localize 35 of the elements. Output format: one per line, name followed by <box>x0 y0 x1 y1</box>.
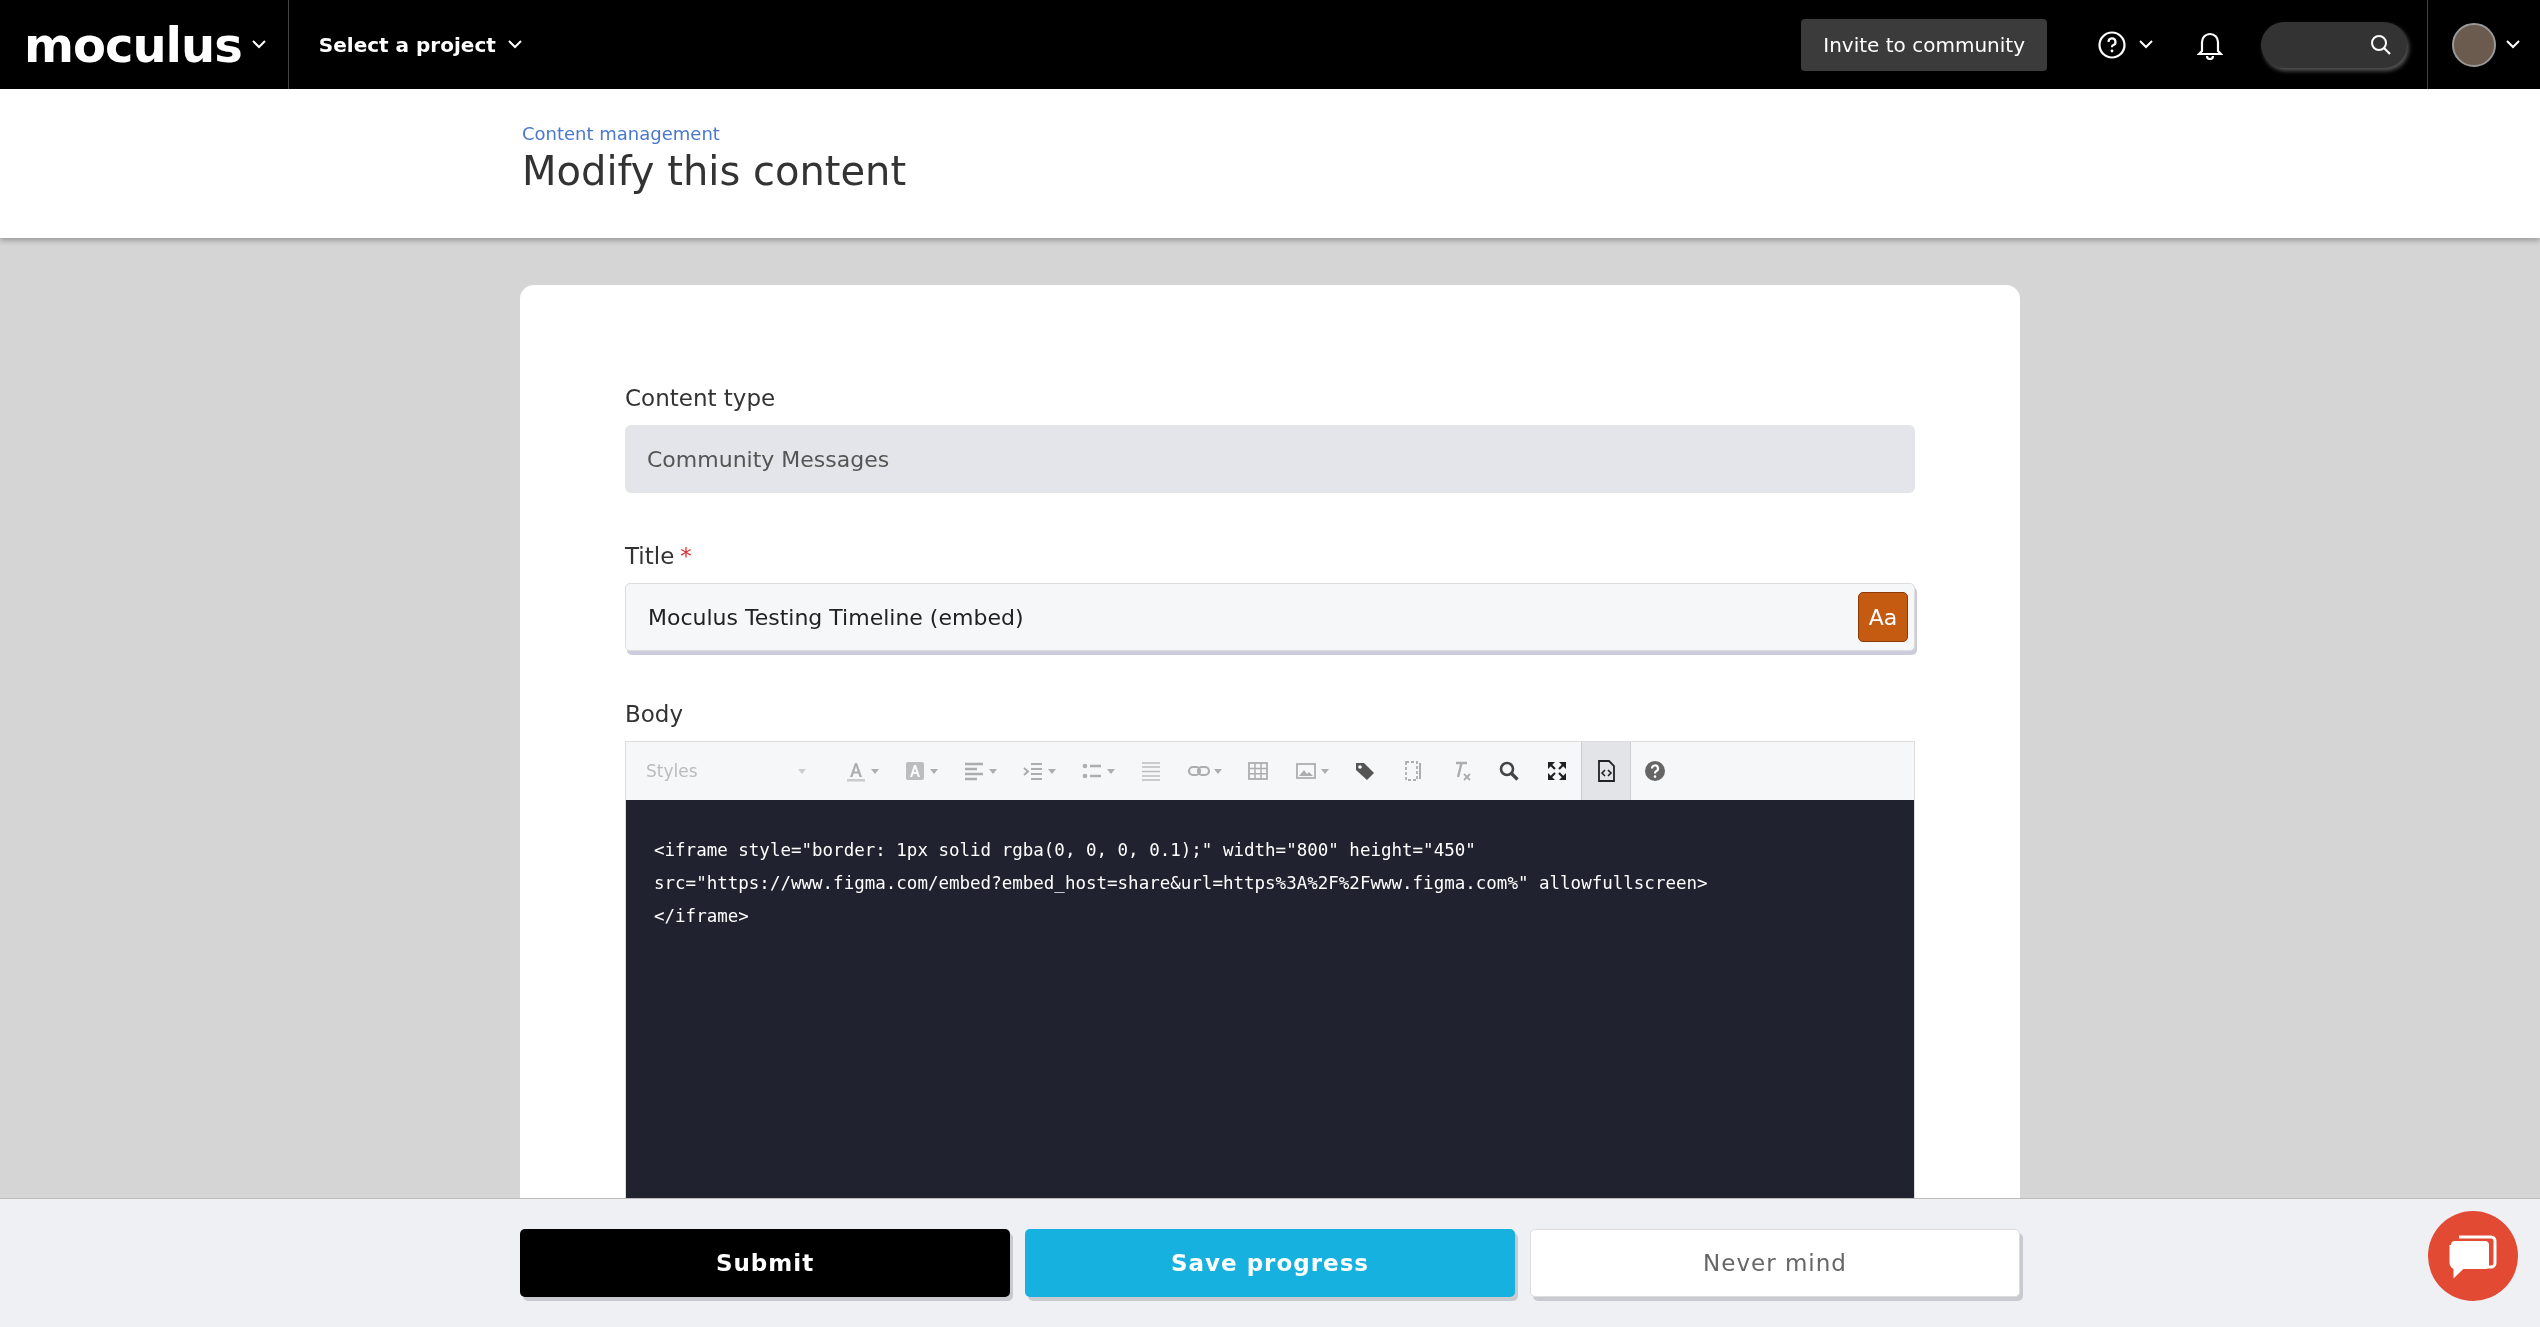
toolbar-button[interactable] <box>1580 742 1631 800</box>
dropdown-caret-icon <box>797 768 806 774</box>
search-button[interactable] <box>2261 21 2407 68</box>
breadcrumb-link[interactable]: Content management <box>522 123 720 144</box>
dropdown-caret-icon <box>988 768 997 774</box>
source-code-editor[interactable]: <iframe style="border: 1px solid rgba(0, 0, 0, 0.1);" width="800" height="450" src="https://www.figma.com/embed?embed_host=share&url=https%3A%2F%2Fwww.figma.com%" allowfullscreen> </iframe> <box>626 800 1914 1198</box>
code-line: </iframe> <box>654 905 750 928</box>
dropdown-caret-icon <box>1106 768 1115 774</box>
avatar[interactable] <box>2452 22 2496 67</box>
table-icon <box>1245 759 1270 783</box>
caret-icon <box>2139 40 2153 49</box>
caret-icon <box>2506 40 2520 49</box>
page-title: Modify this content <box>522 148 908 194</box>
code-line: <iframe style="border: 1px solid rgba(0, 0, 0, 0.1);" width="800" height="450" <box>654 839 1477 862</box>
dropdown-caret-icon <box>929 768 938 774</box>
dropdown-caret-icon <box>1213 768 1222 774</box>
field-label: Title <box>625 543 675 569</box>
caret-icon <box>507 40 522 49</box>
dropdown-caret-icon <box>1320 768 1329 774</box>
logo[interactable]: moculus <box>0 16 242 73</box>
search-icon <box>2369 32 2393 57</box>
caret-icon <box>251 40 266 49</box>
help-icon <box>2097 29 2127 60</box>
help-icon <box>1642 759 1667 783</box>
field-label: Content type <box>625 385 776 411</box>
field-label: Body <box>625 701 684 727</box>
text-style-button[interactable]: Aa <box>1858 592 1908 642</box>
invite-button[interactable]: Invite to community <box>1801 18 2047 71</box>
dropdown-caret-icon <box>1047 768 1056 774</box>
title-value: Moculus Testing Timeline (embed) <box>648 604 1024 630</box>
required-mark: * <box>680 543 692 569</box>
dropdown-caret-icon <box>870 768 879 774</box>
code-line: src="https://www.figma.com/embed?embed_host=share&url=https%3A%2F%2Fwww.figma.com%" allowfullscreen> <box>654 872 1709 895</box>
project-select[interactable]: Select a project <box>312 31 528 58</box>
chat-bubble-icon <box>2449 1233 2497 1279</box>
